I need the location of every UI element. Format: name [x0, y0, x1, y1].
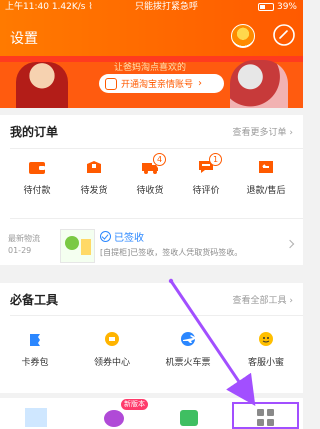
order-status-pending-payment[interactable]: 待付款	[7, 159, 67, 196]
battery-icon	[257, 3, 274, 11]
avatar[interactable]	[231, 24, 255, 48]
order-status-refund[interactable]: 退款/售后	[236, 159, 296, 196]
logistics-status: 已签收	[100, 229, 144, 244]
promo-banner[interactable]: 让爸妈淘点喜欢的 开通淘宝亲情账号 ›	[0, 56, 303, 108]
tool-customer-service[interactable]: 客服小蜜	[236, 331, 296, 368]
logistics-date: 01-29	[8, 246, 32, 255]
orders-card: 我的订单 查看更多订单 › 待付款 待发货 4 待收货 1 待评价 退款/售后 …	[0, 115, 303, 265]
tools-divider	[10, 315, 303, 316]
family-account-label: 开通淘宝亲情账号	[121, 80, 194, 90]
status-bar: 上午11:40 1.42K/s ⌇ 只能拨打紧急呼 39%	[0, 0, 303, 14]
order-status-label: 待付款	[23, 186, 51, 196]
status-right: 39%	[257, 0, 297, 14]
airplane-icon	[181, 332, 195, 346]
tool-flight-train[interactable]: 机票火车票	[158, 331, 218, 368]
orders-more-link[interactable]: 查看更多订单 ›	[233, 125, 294, 138]
grid-icon[interactable]	[257, 409, 275, 427]
page-title[interactable]: 设置	[10, 28, 38, 48]
tool-label: 机票火车票	[165, 358, 211, 368]
status-center: 只能拨打紧急呼	[135, 2, 199, 12]
orders-more-label: 查看更多订单	[232, 128, 287, 138]
orders-divider	[10, 148, 303, 149]
settings-icon[interactable]	[272, 23, 296, 47]
pending-receipt-badge: 4	[153, 153, 166, 166]
order-status-pending-receipt[interactable]: 4 待收货	[120, 153, 180, 196]
order-status-pending-review[interactable]: 1 待评价	[176, 153, 236, 196]
ticket-icon	[30, 334, 40, 346]
logistics-tag-label: 最新物流	[8, 234, 40, 243]
battery-percent: 39%	[276, 2, 297, 12]
blurred-tile-icon[interactable]	[25, 408, 47, 427]
banner-illustration-right	[230, 60, 288, 108]
tools-more-link[interactable]: 查看全部工具 ›	[233, 293, 294, 306]
family-account-icon	[105, 77, 117, 90]
chevron-right-icon: ›	[198, 78, 203, 89]
box-icon	[87, 161, 101, 173]
logistics-status-label: 已签收	[114, 233, 144, 244]
review-icon-wrap: 1	[197, 153, 222, 179]
title-bar: 设置	[0, 16, 303, 56]
chevron-right-icon: ›	[289, 128, 293, 138]
chat-icon[interactable]	[180, 410, 198, 426]
order-status-label: 退款/售后	[246, 186, 286, 196]
truck-icon-wrap: 4	[141, 153, 166, 179]
wallet-icon	[29, 162, 45, 174]
tool-coupon-wallet[interactable]: 卡券包	[5, 331, 65, 368]
wifi-icon: ⌇	[88, 2, 93, 12]
tools-title: 必备工具	[10, 293, 59, 307]
refund-icon	[259, 161, 273, 173]
status-time: 上午11:40	[5, 2, 49, 12]
status-left: 上午11:40 1.42K/s ⌇	[5, 0, 93, 14]
bee-icon	[259, 332, 273, 346]
order-status-pending-shipment[interactable]: 待发货	[64, 159, 124, 196]
purple-app-icon[interactable]	[104, 410, 124, 427]
order-status-label: 待收货	[136, 186, 164, 196]
tools-row: 卡券包 领券中心 机票火车票 客服小蜜	[0, 331, 303, 385]
header: 上午11:40 1.42K/s ⌇ 只能拨打紧急呼 39% 设置	[0, 0, 303, 56]
tool-label: 卡券包	[21, 358, 49, 368]
orders-title: 我的订单	[10, 125, 59, 139]
pending-review-badge: 1	[209, 153, 222, 166]
logistics-detail: [自提柜]已签收，签收人凭取货码签收。	[100, 248, 243, 257]
orders-divider-2	[10, 218, 303, 219]
check-circle-icon	[100, 231, 111, 242]
orders-status-row: 待付款 待发货 4 待收货 1 待评价 退款/售后	[0, 153, 303, 213]
banner-subtitle: 让爸妈淘点喜欢的	[114, 63, 187, 73]
coupon-icon	[105, 332, 119, 346]
family-account-button[interactable]: 开通淘宝亲情账号 ›	[99, 74, 224, 93]
order-status-label: 待发货	[80, 186, 108, 196]
new-version-badge: 新版本	[121, 399, 148, 410]
tool-label: 客服小蜜	[247, 358, 284, 368]
tools-card: 必备工具 查看全部工具 › 卡券包 领券中心 机票火车票 客服小蜜	[0, 283, 303, 393]
chevron-right-icon: ›	[289, 296, 293, 306]
tool-coupon-center[interactable]: 领券中心	[82, 331, 142, 368]
banner-illustration-left	[16, 62, 68, 108]
status-speed: 1.42K/s	[51, 2, 86, 12]
tool-label: 领券中心	[93, 358, 130, 368]
latest-logistics[interactable]: 最新物流 01-29 已签收 [自提柜]已签收，签收人凭取货码签收。	[0, 223, 303, 265]
product-thumbnail	[60, 229, 95, 263]
order-status-label: 待评价	[192, 186, 220, 196]
tools-more-label: 查看全部工具	[232, 296, 287, 306]
chevron-right-icon	[285, 239, 295, 249]
logistics-tag: 最新物流 01-29	[8, 233, 40, 257]
